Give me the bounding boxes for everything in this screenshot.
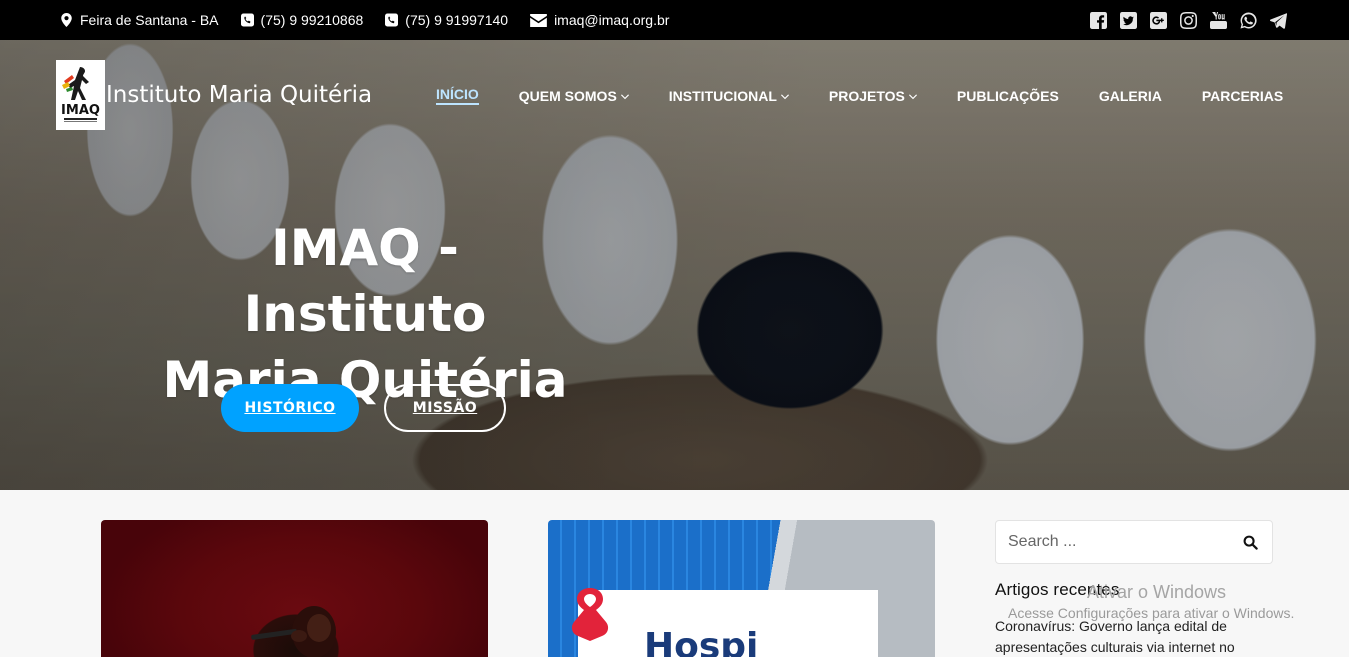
nav-link-inicio[interactable]: INÍCIO: [436, 86, 479, 105]
nav-link-parcerias[interactable]: PARCERIAS: [1202, 88, 1283, 104]
contact-list: Feira de Santana - BA (75) 9 99210868 (7…: [60, 12, 669, 28]
site-logo[interactable]: IMAQ: [56, 60, 105, 130]
imaq-logo-icon: IMAQ: [61, 67, 100, 122]
contact-email[interactable]: imaq@imaq.org.br: [530, 12, 669, 28]
nav-item-parcerias[interactable]: PARCERIAS: [1202, 88, 1283, 104]
nav-label: PUBLICAÇÕES: [956, 87, 1059, 104]
nav-item-projetos[interactable]: PROJETOS: [829, 88, 917, 104]
phone-1-text: (75) 9 99210868: [260, 12, 364, 28]
email-text: imaq@imaq.org.br: [554, 12, 670, 28]
nav-link-institucional[interactable]: INSTITUCIONAL: [669, 88, 789, 104]
nav-label: GALERIA: [1098, 87, 1162, 104]
instagram-icon[interactable]: [1179, 11, 1197, 29]
phone-icon: [240, 13, 254, 27]
map-pin-icon: [61, 13, 72, 27]
location-text: Feira de Santana - BA: [80, 12, 219, 28]
chevron-down-icon: [780, 93, 789, 99]
phone-icon: [385, 13, 399, 27]
nav-label: PROJETOS: [828, 87, 905, 104]
historico-button[interactable]: HISTÓRICO: [221, 384, 359, 432]
youtube-icon[interactable]: [1209, 11, 1227, 29]
telegram-icon[interactable]: [1269, 11, 1287, 29]
nav-item-quem-somos[interactable]: QUEM SOMOS: [519, 88, 629, 104]
content-area: Hospi Artigos recentes Coronavírus: Gove…: [0, 490, 1349, 657]
site-header: IMAQ Instituto Maria Quitéria INÍCIO QUE…: [0, 40, 1349, 150]
google-plus-icon[interactable]: [1149, 11, 1167, 29]
nav-link-galeria[interactable]: GALERIA: [1099, 88, 1162, 104]
windows-activation-watermark: Acesse Configurações para ativar o Windo…: [1008, 605, 1295, 621]
singer-photo: [251, 606, 336, 657]
nav-item-institucional[interactable]: INSTITUCIONAL: [669, 88, 789, 104]
contact-phone-1[interactable]: (75) 9 99210868: [240, 12, 364, 28]
search-form: [995, 520, 1273, 564]
nav-item-galeria[interactable]: GALERIA: [1099, 88, 1162, 104]
contact-location: Feira de Santana - BA: [60, 12, 219, 28]
recent-post-link[interactable]: Coronavírus: Governo lança edital de apr…: [995, 616, 1273, 657]
nav-link-quem-somos[interactable]: QUEM SOMOS: [519, 88, 629, 104]
hospital-sign-text: Hospi: [644, 626, 759, 657]
chevron-down-icon: [908, 93, 917, 99]
nav-link-projetos[interactable]: PROJETOS: [829, 88, 917, 104]
social-links: [1089, 11, 1287, 29]
hero-title-line-1: IMAQ - Instituto: [243, 219, 487, 343]
search-icon[interactable]: [1243, 535, 1258, 550]
windows-activation-title: Ativar o Windows: [1087, 582, 1227, 602]
svg-text:IMAQ: IMAQ: [61, 103, 100, 118]
post-card-image-singer[interactable]: [101, 520, 488, 657]
nav-label: QUEM SOMOS: [518, 87, 617, 104]
twitter-icon[interactable]: [1119, 11, 1137, 29]
main-navigation: INÍCIO QUEM SOMOS INSTITUCIONAL PROJETOS…: [436, 86, 1283, 105]
nav-link-publicacoes[interactable]: PUBLICAÇÕES: [957, 88, 1059, 104]
nav-item-publicacoes[interactable]: PUBLICAÇÕES: [957, 88, 1059, 104]
search-input[interactable]: [1008, 533, 1228, 551]
site-title[interactable]: Instituto Maria Quitéria: [106, 82, 372, 108]
chevron-down-icon: [620, 93, 629, 99]
nav-label: INSTITUCIONAL: [668, 87, 777, 104]
missao-button[interactable]: MISSÃO: [384, 384, 506, 432]
post-card-image-hospital[interactable]: Hospi: [548, 520, 935, 657]
facebook-icon[interactable]: [1089, 11, 1107, 29]
contact-phone-2[interactable]: (75) 9 91997140: [385, 12, 508, 28]
nav-label: INÍCIO: [436, 86, 479, 102]
top-contact-bar: Feira de Santana - BA (75) 9 99210868 (7…: [0, 0, 1349, 40]
phone-2-text: (75) 9 91997140: [405, 12, 509, 28]
nav-label: PARCERIAS: [1201, 87, 1284, 104]
hero-title: IMAQ - Instituto Maria Quitéria: [155, 215, 575, 413]
envelope-icon: [530, 13, 547, 27]
hospital-logo-icon: [571, 588, 609, 641]
nav-item-inicio[interactable]: INÍCIO: [436, 86, 479, 105]
whatsapp-icon[interactable]: [1239, 11, 1257, 29]
